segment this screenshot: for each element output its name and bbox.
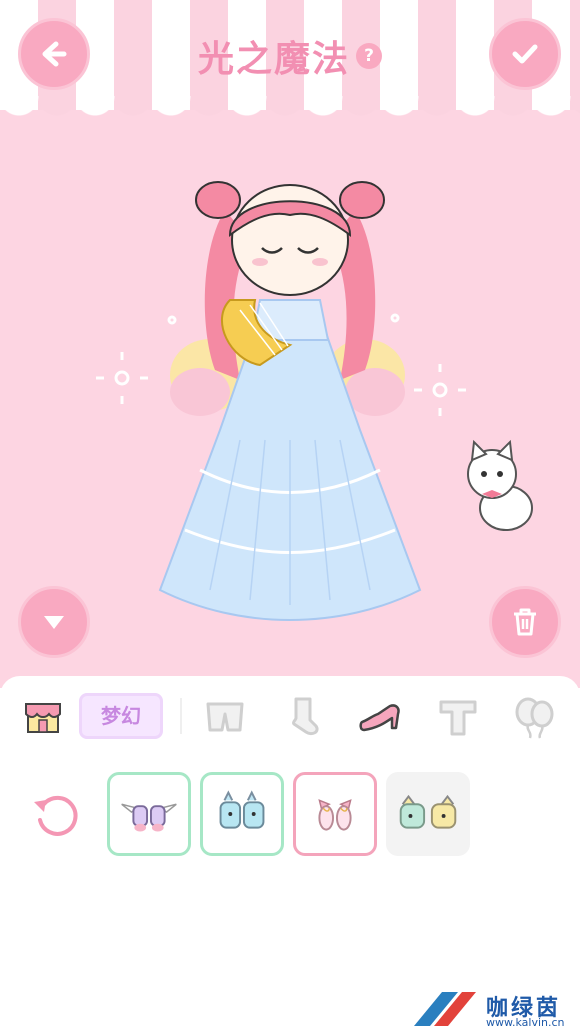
delete-button[interactable] — [489, 586, 561, 658]
item-tile[interactable] — [293, 772, 377, 856]
high-heel-icon[interactable] — [358, 700, 404, 736]
bunny-boots-icon — [219, 790, 265, 829]
watermark-logo — [414, 992, 476, 1026]
ribbon-slippers-icon — [318, 799, 352, 831]
awning-scallop — [0, 96, 580, 136]
winged-shoes-icon — [121, 803, 177, 832]
sock-icon[interactable] — [284, 696, 322, 738]
chevron-down-icon — [44, 616, 64, 629]
shorts-icon[interactable] — [204, 700, 246, 734]
item-tile[interactable] — [386, 772, 470, 856]
character-illustration — [96, 181, 466, 621]
checkmark-icon — [512, 44, 538, 64]
category-label-dreamy[interactable]: 梦幻 — [79, 693, 163, 739]
category-divider — [180, 698, 182, 734]
item-tile[interactable] — [200, 772, 284, 856]
t-shirt-icon[interactable] — [437, 698, 479, 738]
trash-icon — [514, 608, 536, 636]
shop-icon[interactable] — [24, 698, 62, 736]
cat-pet-illustration — [467, 439, 533, 531]
item-tile[interactable] — [107, 772, 191, 856]
page-title: 光之魔法 — [197, 39, 350, 80]
reset-icon[interactable] — [30, 788, 82, 840]
collapse-button[interactable] — [18, 586, 90, 658]
pastel-boots-icon — [399, 794, 457, 829]
confirm-button[interactable] — [489, 18, 561, 90]
balloon-icon[interactable] — [512, 696, 556, 740]
watermark-url: www.kalvin.cn — [486, 1016, 565, 1029]
help-button[interactable]: ? — [356, 43, 382, 69]
